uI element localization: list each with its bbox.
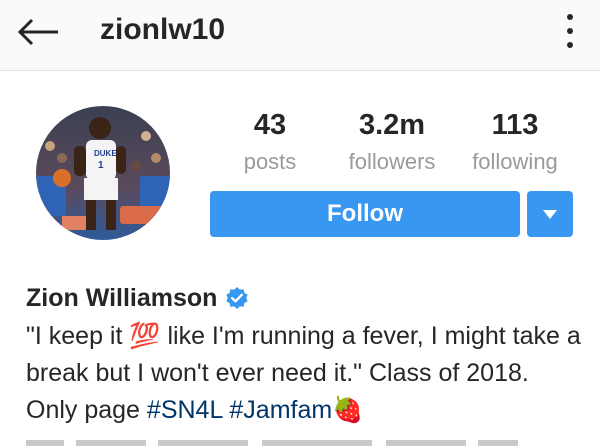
svg-text:DUKE: DUKE (94, 149, 117, 158)
stat-posts[interactable]: 43 posts (228, 108, 312, 176)
more-vertical-icon (567, 14, 573, 20)
avatar[interactable]: DUKE 1 (36, 106, 170, 240)
more-vertical-icon-dot (567, 42, 573, 48)
profile-bio: "I keep it 💯 like I'm running a fever, I… (26, 318, 586, 429)
strawberry-emoji-icon: 🍓 (332, 396, 364, 424)
hashtag-link-sn4l[interactable]: #SN4L (147, 396, 223, 424)
stat-following[interactable]: 113 following (460, 108, 570, 176)
follow-button[interactable]: Follow (210, 191, 520, 237)
posts-label: posts (243, 149, 297, 174)
following-count: 113 (491, 109, 539, 141)
bio-text-1: "I keep it (26, 322, 130, 350)
more-options-button[interactable] (558, 14, 582, 48)
hundred-emoji-icon: 💯 (129, 322, 161, 350)
full-name-text: Zion Williamson (26, 284, 218, 312)
suggested-dropdown-button[interactable] (527, 191, 573, 237)
more-vertical-icon-dot (567, 28, 573, 34)
hashtag-link-jamfam[interactable]: #Jamfam (229, 396, 332, 424)
top-bar: zionlw10 (0, 0, 600, 71)
verified-badge-icon (225, 286, 249, 310)
posts-count: 43 (253, 109, 287, 141)
avatar-photo: DUKE 1 (36, 106, 170, 240)
stat-followers[interactable]: 3.2m followers (336, 108, 448, 176)
svg-text:1: 1 (98, 160, 104, 171)
back-button[interactable] (12, 12, 64, 52)
followers-count: 3.2m (358, 109, 426, 141)
followers-label: followers (348, 149, 436, 174)
caret-down-icon (543, 209, 557, 219)
following-label: following (472, 149, 558, 174)
arrow-left-icon (17, 18, 58, 46)
profile-username: zionlw10 (100, 13, 226, 46)
profile-full-name: Zion Williamson (26, 282, 249, 314)
